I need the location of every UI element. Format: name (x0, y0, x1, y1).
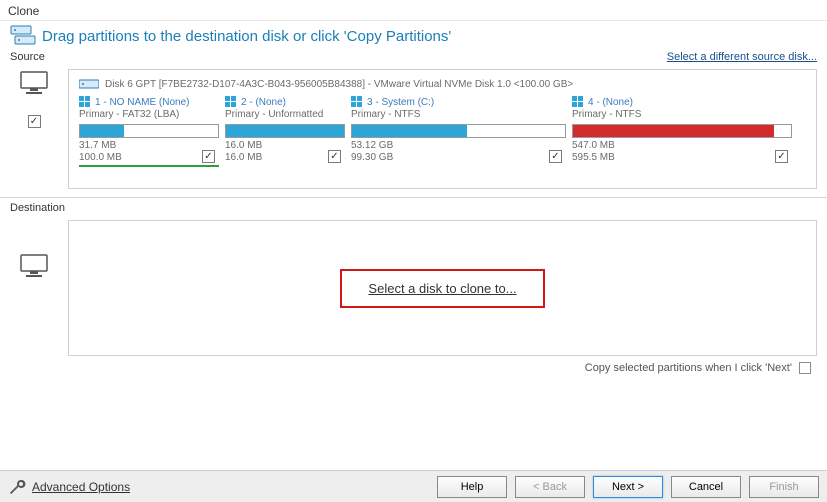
instruction-row: Drag partitions to the destination disk … (0, 21, 827, 49)
partition-sizes: 31.7 MB100.0 MB (79, 140, 219, 163)
cancel-button[interactable]: Cancel (671, 476, 741, 498)
destination-label: Destination (10, 202, 65, 214)
partition-sizes: 16.0 MB16.0 MB (225, 140, 345, 163)
source-disk-header: Disk 6 GPT [F7BE2732-D107-4A3C-B043-9560… (79, 78, 806, 90)
source-disk-panel: Disk 6 GPT [F7BE2732-D107-4A3C-B043-9560… (68, 69, 817, 189)
partition-checkbox[interactable] (328, 150, 341, 163)
window-title: Clone (0, 0, 827, 21)
partition-usage-bar (225, 124, 345, 138)
partition-2[interactable]: 2 - (None)Primary - Unformatted 16.0 MB16… (225, 96, 345, 167)
footer-bar: Advanced Options Help < Back Next > Canc… (0, 470, 827, 502)
wrench-icon (8, 478, 26, 496)
partition-subtitle: Primary - NTFS (572, 109, 792, 120)
source-label: Source (10, 51, 45, 63)
copy-on-next-row: Copy selected partitions when I click 'N… (0, 356, 827, 378)
partitions-row: 1 - NO NAME (None)Primary - FAT32 (LBA) 3… (79, 96, 806, 167)
partition-title: 4 - (None) (588, 97, 633, 108)
partition-title: 2 - (None) (241, 97, 286, 108)
divider (0, 197, 827, 198)
finish-button[interactable]: Finish (749, 476, 819, 498)
partition-subtitle: Primary - NTFS (351, 109, 566, 120)
windows-icon (225, 96, 237, 108)
drive-icon (10, 25, 36, 47)
monitor-icon (20, 71, 48, 95)
select-different-source-link[interactable]: Select a different source disk... (667, 51, 817, 63)
partition-header: 4 - (None) (572, 96, 792, 108)
partition-3[interactable]: 3 - System (C:)Primary - NTFS 53.12 GB99.… (351, 96, 566, 167)
copy-on-next-checkbox[interactable] (799, 362, 811, 374)
partition-usage-bar (79, 124, 219, 138)
partition-title: 3 - System (C:) (367, 97, 434, 108)
source-disk-text: Disk 6 GPT [F7BE2732-D107-4A3C-B043-9560… (105, 79, 573, 90)
instruction-text: Drag partitions to the destination disk … (42, 28, 451, 45)
partition-header: 1 - NO NAME (None) (79, 96, 219, 108)
advanced-options-link[interactable]: Advanced Options (32, 480, 130, 494)
partition-usage-bar (572, 124, 792, 138)
partition-header: 2 - (None) (225, 96, 345, 108)
partition-checkbox[interactable] (549, 150, 562, 163)
source-section-header: Source Select a different source disk... (0, 49, 827, 65)
partition-checkbox[interactable] (775, 150, 788, 163)
partition-4[interactable]: 4 - (None)Primary - NTFS 547.0 MB595.5 MB (572, 96, 792, 167)
source-select-checkbox[interactable] (28, 115, 41, 128)
partition-header: 3 - System (C:) (351, 96, 566, 108)
partition-usage-bar (351, 124, 566, 138)
help-button[interactable]: Help (437, 476, 507, 498)
partition-title: 1 - NO NAME (None) (95, 97, 189, 108)
windows-icon (572, 96, 584, 108)
select-destination-cta-box: Select a disk to clone to... (340, 269, 544, 308)
monitor-icon-dest (20, 254, 48, 278)
next-button[interactable]: Next > (593, 476, 663, 498)
partition-1[interactable]: 1 - NO NAME (None)Primary - FAT32 (LBA) 3… (79, 96, 219, 167)
partition-subtitle: Primary - FAT32 (LBA) (79, 109, 219, 120)
partition-checkbox[interactable] (202, 150, 215, 163)
disk-icon (79, 78, 99, 90)
destination-section-header: Destination (0, 200, 827, 216)
partition-sizes: 547.0 MB595.5 MB (572, 140, 792, 163)
windows-icon (351, 96, 363, 108)
destination-panel: Select a disk to clone to... (68, 220, 817, 356)
copy-on-next-label: Copy selected partitions when I click 'N… (585, 362, 792, 374)
partition-subtitle: Primary - Unformatted (225, 109, 345, 120)
select-destination-link[interactable]: Select a disk to clone to... (368, 281, 516, 296)
partition-sizes: 53.12 GB99.30 GB (351, 140, 566, 163)
back-button[interactable]: < Back (515, 476, 585, 498)
windows-icon (79, 96, 91, 108)
